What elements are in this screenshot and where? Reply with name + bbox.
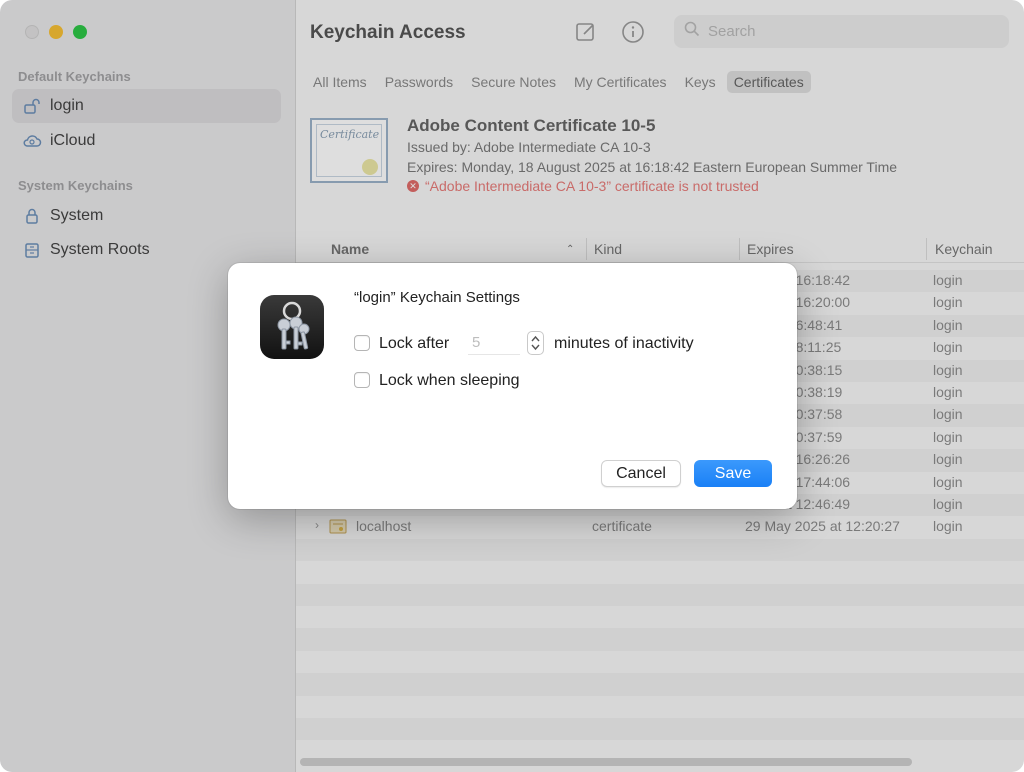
keychain-access-app-icon — [260, 295, 324, 359]
stepper-down-icon — [531, 344, 540, 351]
keychain-access-window: Default Keychains login iCloud System Ke… — [0, 0, 1024, 772]
save-button[interactable]: Save — [694, 460, 772, 487]
minutes-stepper[interactable] — [527, 331, 544, 355]
lock-when-sleeping-label: Lock when sleeping — [379, 372, 520, 389]
minutes-suffix-label: minutes of inactivity — [554, 335, 694, 352]
keychain-settings-dialog: “login” Keychain Settings Lock after 5 m… — [228, 263, 797, 509]
lock-after-label: Lock after — [379, 335, 450, 352]
lock-when-sleeping-checkbox[interactable] — [354, 372, 370, 388]
dialog-title: “login” Keychain Settings — [354, 289, 520, 306]
stepper-up-icon — [531, 335, 540, 342]
lock-after-checkbox[interactable] — [354, 335, 370, 351]
lock-after-minutes-input[interactable]: 5 — [468, 331, 520, 355]
cancel-button[interactable]: Cancel — [601, 460, 681, 487]
